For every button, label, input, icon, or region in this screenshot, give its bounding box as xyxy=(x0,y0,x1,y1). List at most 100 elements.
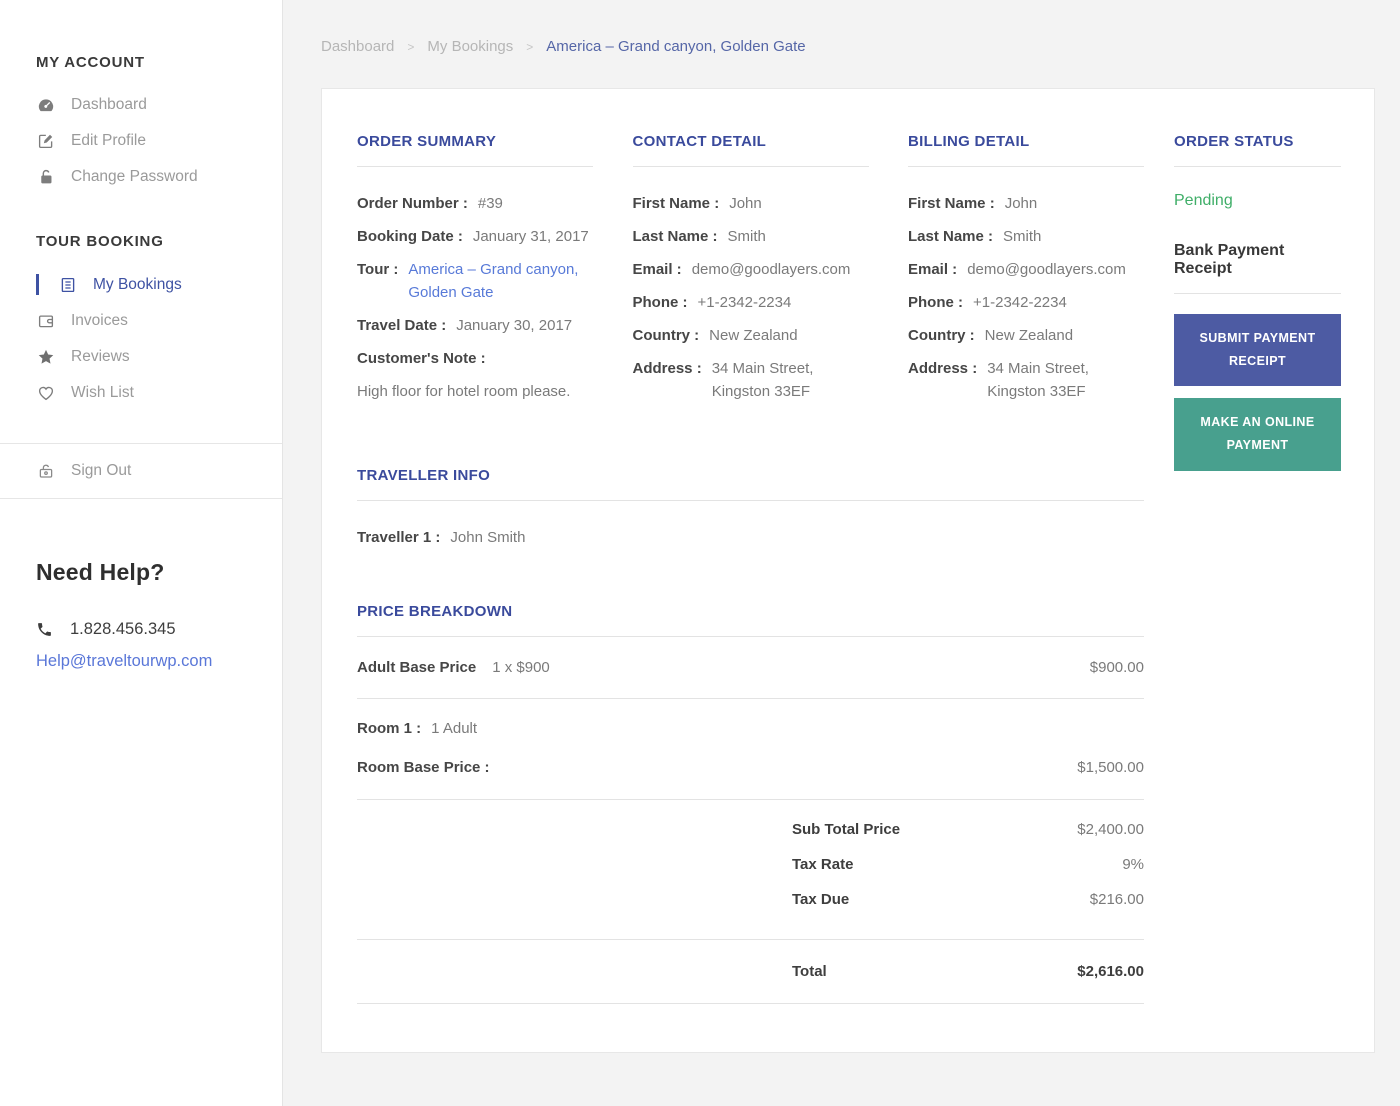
help-phone-row: 1.828.456.345 xyxy=(36,620,262,639)
customer-note-value: High floor for hotel room please. xyxy=(357,383,571,400)
field-label: Email : xyxy=(908,261,958,278)
sidebar-item-label: Reviews xyxy=(71,348,130,365)
sidebar-item-edit-profile[interactable]: Edit Profile xyxy=(36,123,262,159)
field-label: Travel Date : xyxy=(357,317,447,334)
price-row-adult: Adult Base Price 1 x $900 $900.00 xyxy=(357,637,1144,699)
sidebar-item-label: Edit Profile xyxy=(71,132,146,149)
make-online-payment-button[interactable]: MAKE AN ONLINE PAYMENT xyxy=(1174,398,1341,471)
field-label: Last Name : xyxy=(908,228,994,245)
order-summary-title: ORDER SUMMARY xyxy=(357,133,593,167)
field-label: Order Number : xyxy=(357,195,468,212)
tax-rate-value: 9% xyxy=(1122,856,1144,873)
sidebar-item-invoices[interactable]: Invoices xyxy=(36,303,262,339)
room-price-label: Room Base Price : xyxy=(357,759,490,776)
order-status-title: ORDER STATUS xyxy=(1174,133,1341,167)
phone-icon xyxy=(38,623,51,636)
field-label: Country : xyxy=(908,327,975,344)
sidebar-item-label: Sign Out xyxy=(71,462,132,479)
price-breakdown-title: PRICE BREAKDOWN xyxy=(357,603,1144,637)
travel-date-value: January 30, 2017 xyxy=(456,317,573,334)
field-label: Phone : xyxy=(908,294,963,311)
sidebar-item-label: Invoices xyxy=(71,312,128,329)
field-label: Traveller 1 : xyxy=(357,529,441,546)
dashboard-icon xyxy=(36,95,56,115)
field-label: First Name : xyxy=(632,195,720,212)
field-label: Booking Date : xyxy=(357,228,463,245)
total-value: $2,616.00 xyxy=(1077,963,1144,980)
field-label: First Name : xyxy=(908,195,995,212)
adult-amount: $900.00 xyxy=(1089,659,1144,676)
room-value: 1 Adult xyxy=(431,720,478,737)
sidebar-item-label: Change Password xyxy=(71,168,198,185)
need-help-title: Need Help? xyxy=(36,559,165,585)
sidebar-heading-my-account: MY ACCOUNT xyxy=(36,54,145,71)
sidebar-item-dashboard[interactable]: Dashboard xyxy=(36,87,262,123)
sidebar-item-change-password[interactable]: Change Password xyxy=(36,159,262,195)
chevron-right-icon: > xyxy=(407,39,415,54)
main-content: Dashboard > My Bookings > America – Gran… xyxy=(283,0,1400,1053)
tax-due-value: $216.00 xyxy=(1089,891,1144,908)
chevron-right-icon: > xyxy=(526,39,534,54)
room-price-amount: $1,500.00 xyxy=(1077,759,1144,776)
contact-detail-section: CONTACT DETAIL First Name : John Last Nam… xyxy=(632,133,869,413)
billing-detail-section: BILLING DETAIL First Name : John Last Nam… xyxy=(908,133,1144,413)
sidebar-item-label: My Bookings xyxy=(93,275,182,293)
sidebar-item-sign-out[interactable]: Sign Out xyxy=(36,457,282,485)
price-breakdown-section: PRICE BREAKDOWN Adult Base Price 1 x $90… xyxy=(357,603,1144,1004)
address-value: 34 Main Street, Kingston 33EF xyxy=(711,360,814,400)
tour-link[interactable]: America – Grand canyon, Golden Gate xyxy=(408,258,578,304)
sidebar-heading-tour-booking: TOUR BOOKING xyxy=(36,233,164,250)
status-badge: Pending xyxy=(1174,192,1233,209)
price-row-room: Room 1 : 1 Adult Room Base Price : $1,500.… xyxy=(357,699,1144,800)
help-phone-number: 1.828.456.345 xyxy=(70,620,176,638)
adult-qty: 1 x $900 xyxy=(492,659,550,676)
field-label: Phone : xyxy=(632,294,688,311)
address-value: 34 Main Street, Kingston 33EF xyxy=(987,360,1089,400)
traveller-info-title: TRAVELLER INFO xyxy=(357,467,1144,501)
sign-out-section: Sign Out xyxy=(0,443,282,499)
subtotal-label: Sub Total Price xyxy=(792,821,901,838)
field-label: Country : xyxy=(632,327,700,344)
tax-due-label: Tax Due xyxy=(792,891,850,908)
invoice-icon xyxy=(36,311,56,331)
tax-rate-label: Tax Rate xyxy=(792,856,854,873)
sidebar-item-reviews[interactable]: Reviews xyxy=(36,339,262,375)
total-label: Total xyxy=(792,963,827,980)
field-label: Address : xyxy=(632,360,702,377)
booking-date-value: January 31, 2017 xyxy=(472,228,589,245)
star-icon xyxy=(36,347,56,367)
breadcrumb: Dashboard > My Bookings > America – Gran… xyxy=(321,38,1375,55)
field-label: Email : xyxy=(632,261,682,278)
field-label: Tour : xyxy=(357,261,399,278)
last-name-value: Smith xyxy=(1003,228,1042,245)
room-label: Room 1 : xyxy=(357,720,422,737)
breadcrumb-dashboard[interactable]: Dashboard xyxy=(321,38,394,55)
first-name-value: John xyxy=(1004,195,1038,212)
sidebar-item-my-bookings[interactable]: My Bookings xyxy=(36,266,262,303)
active-indicator xyxy=(36,274,39,295)
lock-icon xyxy=(36,167,56,187)
breadcrumb-current: America – Grand canyon, Golden Gate xyxy=(546,38,806,55)
bank-payment-receipt-label: Bank Payment Receipt xyxy=(1174,242,1341,294)
totals-block: Sub Total Price $2,400.00 Tax Rate 9% Tax … xyxy=(357,800,1144,940)
first-name-value: John xyxy=(729,195,762,212)
sidebar: MY ACCOUNT Dashboard Edit Profile Change… xyxy=(0,0,283,1106)
unlock-icon xyxy=(36,461,56,481)
heart-icon xyxy=(36,383,56,403)
help-email-link[interactable]: Help@traveltourwp.com xyxy=(36,652,262,671)
total-row: Total $2,616.00 xyxy=(357,940,1144,1004)
country-value: New Zealand xyxy=(984,327,1074,344)
sidebar-item-wish-list[interactable]: Wish List xyxy=(36,375,262,411)
order-summary-section: ORDER SUMMARY Order Number : #39 Booking … xyxy=(357,133,593,413)
traveller-name-value: John Smith xyxy=(450,529,526,546)
field-label: Address : xyxy=(908,360,978,377)
field-label: Customer's Note : xyxy=(357,350,486,367)
order-detail-card: ORDER SUMMARY Order Number : #39 Booking … xyxy=(321,88,1375,1053)
breadcrumb-my-bookings[interactable]: My Bookings xyxy=(427,38,513,55)
bookings-icon xyxy=(58,275,78,295)
submit-payment-receipt-button[interactable]: SUBMIT PAYMENT RECEIPT xyxy=(1174,314,1341,387)
edit-icon xyxy=(36,131,56,151)
phone-value: +1-2342-2234 xyxy=(697,294,792,311)
email-value: demo@goodlayers.com xyxy=(691,261,851,278)
subtotal-value: $2,400.00 xyxy=(1077,821,1144,838)
